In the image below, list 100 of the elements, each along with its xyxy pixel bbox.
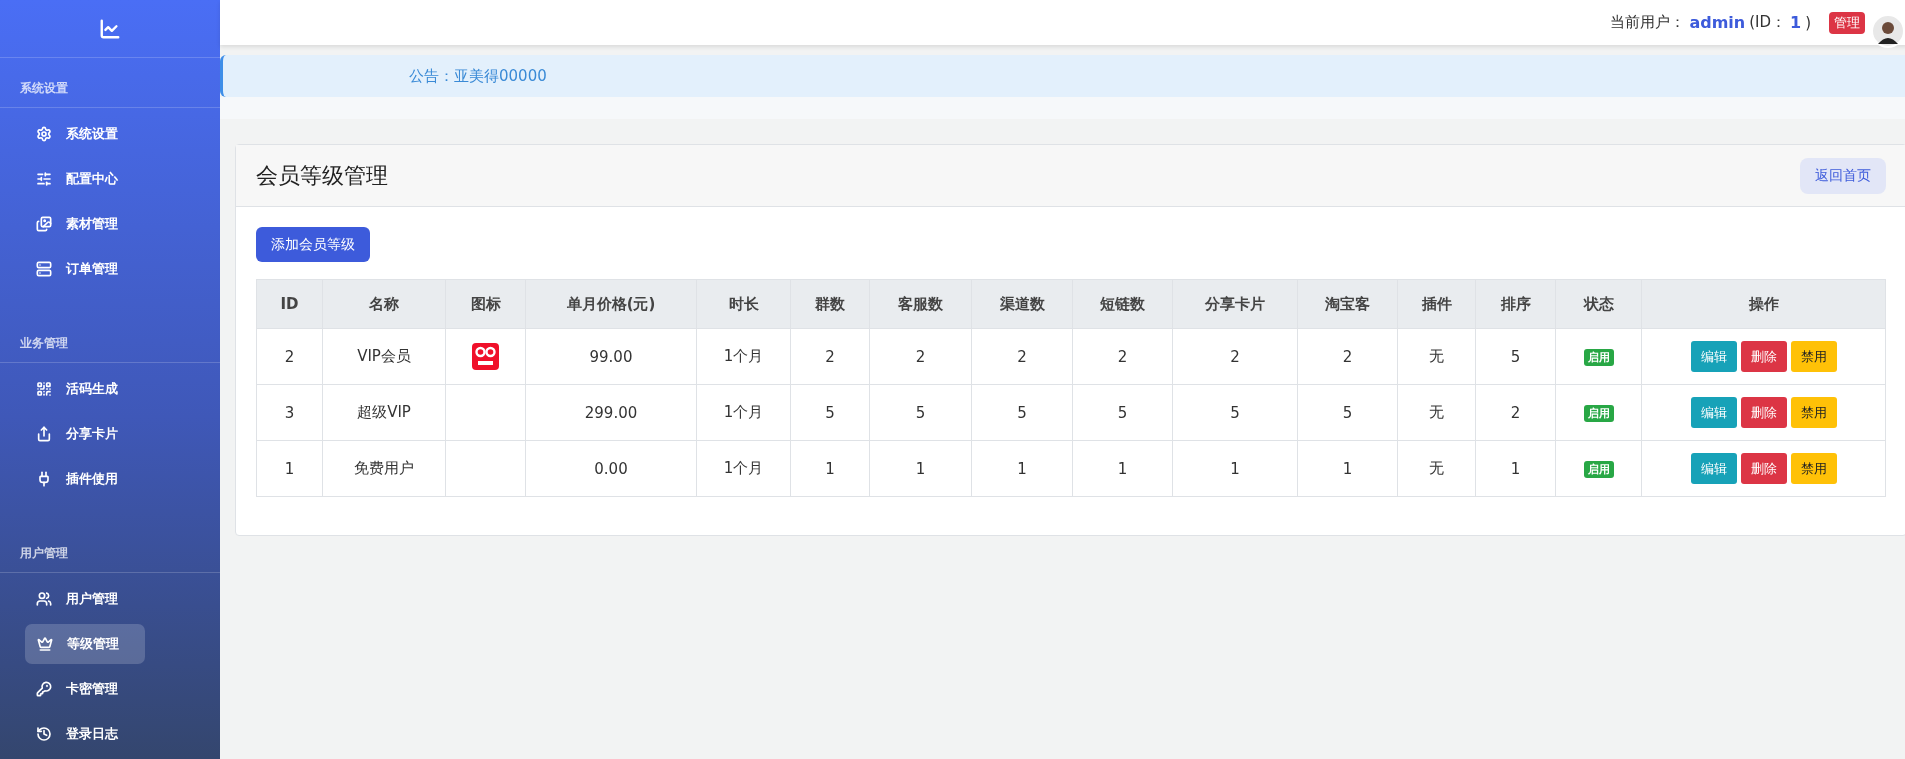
table-cell: 5 [1342, 403, 1353, 422]
table-cell: 2 [284, 347, 295, 366]
disable-button[interactable]: 禁用 [1790, 453, 1837, 484]
table-cell: VIP会员 [357, 347, 411, 365]
column-header: 排序 [1475, 279, 1556, 329]
table-cell: 5 [1510, 347, 1521, 366]
status-badge: 启用 [1583, 405, 1614, 422]
key-icon [36, 681, 52, 697]
history-icon [36, 726, 52, 742]
column-header: 群数 [790, 279, 870, 329]
column-header: ID [256, 279, 323, 329]
table-cell: 1 [1117, 459, 1128, 478]
table-cell: 1个月 [723, 403, 764, 421]
table-cell: 99.00 [589, 347, 633, 366]
column-header: 分享卡片 [1172, 279, 1298, 329]
username: admin [1689, 13, 1746, 32]
table-cell: 1 [1342, 459, 1353, 478]
section-title: 系统设置 [20, 81, 68, 95]
column-header: 客服数 [869, 279, 972, 329]
section-title: 业务管理 [20, 336, 68, 350]
status-badge: 启用 [1583, 349, 1614, 366]
table-cell: 2 [1342, 347, 1353, 366]
sidebar-item[interactable]: 活码生成 [0, 369, 200, 409]
edit-button[interactable]: 编辑 [1690, 341, 1737, 372]
sidebar-item[interactable]: 登录日志 [0, 714, 200, 754]
table-cell: 2 [1017, 347, 1027, 366]
column-header: 图标 [445, 279, 526, 329]
table-cell: 1 [1510, 459, 1521, 478]
section-title: 用户管理 [20, 546, 68, 560]
column-header: 单月价格(元) [525, 279, 697, 329]
sidebar-item[interactable]: 素材管理 [0, 204, 200, 244]
table-cell: 5 [915, 403, 926, 422]
sidebar-item[interactable]: 用户管理 [0, 579, 200, 619]
delete-button[interactable]: 删除 [1740, 453, 1787, 484]
table-cell: 无 [1429, 459, 1444, 477]
table-cell: 1个月 [723, 459, 764, 477]
sliders-icon [36, 171, 52, 187]
table-cell: 1 [825, 459, 835, 478]
server-icon [36, 261, 52, 277]
images-icon [36, 216, 52, 232]
table-cell: 5 [1230, 403, 1240, 422]
back-home-button[interactable]: 返回首页 [1800, 157, 1886, 194]
gear-icon [36, 126, 52, 142]
disable-button[interactable]: 禁用 [1790, 397, 1837, 428]
sidebar-item[interactable]: 等级管理 [25, 624, 145, 664]
sidebar-item[interactable]: 系统设置 [0, 114, 200, 154]
user-label: 当前用户： [1610, 13, 1686, 32]
table-cell: 2 [825, 347, 835, 366]
table-cell: 2 [1230, 347, 1240, 366]
column-header: 名称 [322, 279, 446, 329]
logo-icon [472, 343, 499, 370]
edit-button[interactable]: 编辑 [1690, 397, 1737, 428]
sidebar-item[interactable]: 卡密管理 [0, 669, 200, 709]
table-cell: 5 [1017, 403, 1027, 422]
delete-button[interactable]: 删除 [1740, 341, 1787, 372]
plug-icon [36, 471, 52, 487]
column-header: 插件 [1397, 279, 1476, 329]
table-cell: 超级VIP [357, 403, 411, 421]
table-cell: 1 [1017, 459, 1027, 478]
table-cell: 1 [1230, 459, 1240, 478]
notice-text: 公告：亚美得00000 [409, 66, 547, 86]
disable-button[interactable]: 禁用 [1790, 341, 1837, 372]
sidebar-item[interactable]: 订单管理 [0, 249, 200, 289]
table-cell: 无 [1429, 403, 1444, 421]
add-level-button[interactable]: 添加会员等级 [256, 227, 370, 262]
table-cell: 1 [284, 459, 295, 478]
table-cell: 无 [1429, 347, 1444, 365]
crown-icon [37, 636, 53, 652]
table-cell: 0.00 [594, 459, 628, 478]
table-cell: 3 [284, 403, 295, 422]
column-header: 时长 [696, 279, 791, 329]
sidebar-item[interactable]: 插件使用 [0, 459, 200, 499]
sidebar-item[interactable]: 分享卡片 [0, 414, 200, 454]
edit-button[interactable]: 编辑 [1690, 453, 1737, 484]
users-icon [36, 591, 52, 607]
column-header: 操作 [1641, 279, 1886, 329]
column-header: 淘宝客 [1297, 279, 1398, 329]
table-cell: 免费用户 [354, 459, 414, 477]
chart-logo-icon [99, 17, 121, 40]
avatar-icon[interactable] [1871, 14, 1905, 48]
card-title: 会员等级管理 [256, 161, 388, 190]
qr-code-icon [36, 381, 52, 397]
column-header: 状态 [1555, 279, 1642, 329]
table-cell: 299.00 [584, 403, 638, 422]
role-badge: 管理 [1829, 11, 1865, 34]
id-close: ) [1805, 13, 1811, 32]
status-badge: 启用 [1583, 461, 1614, 478]
column-header: 短链数 [1072, 279, 1173, 329]
id-label: (ID： [1749, 13, 1786, 32]
delete-button[interactable]: 删除 [1740, 397, 1787, 428]
table-cell: 2 [1510, 403, 1521, 422]
table-cell: 1个月 [723, 347, 764, 365]
sidebar-item[interactable]: 配置中心 [0, 159, 200, 199]
share-icon [36, 426, 52, 442]
table-cell: 5 [825, 403, 835, 422]
table-cell: 1 [915, 459, 926, 478]
table-cell: 2 [915, 347, 926, 366]
table-cell: 2 [1117, 347, 1128, 366]
column-header: 渠道数 [971, 279, 1073, 329]
user-id: 1 [1790, 13, 1802, 32]
